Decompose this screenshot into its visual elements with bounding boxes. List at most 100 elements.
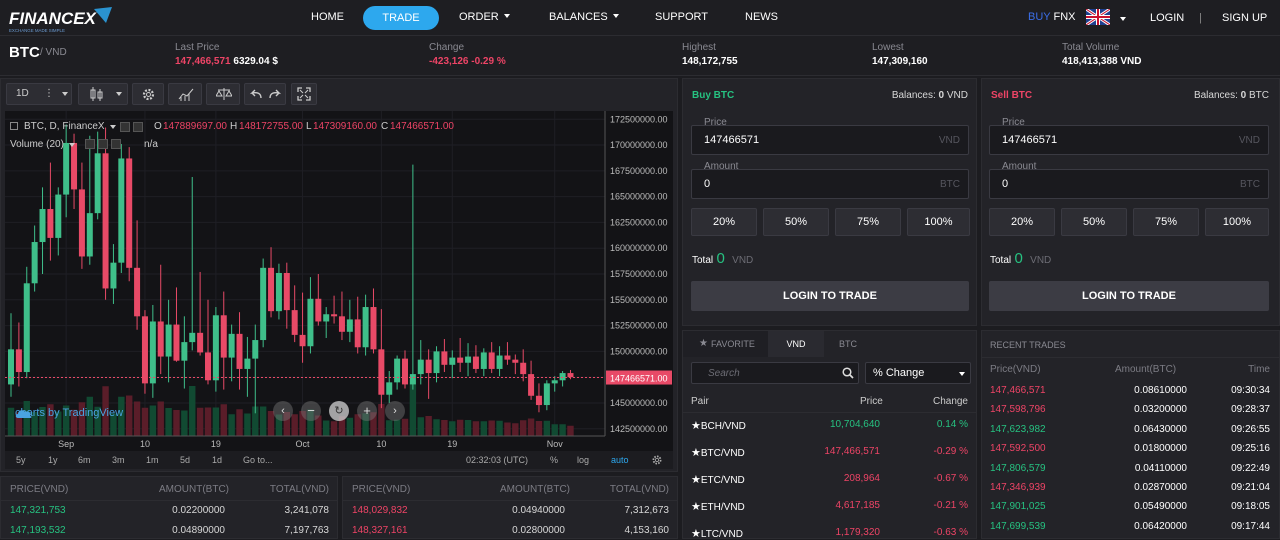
candle[interactable] — [63, 124, 70, 218]
tf-5d[interactable]: 5d — [180, 455, 190, 465]
candle[interactable] — [244, 336, 251, 397]
nav-buy-fnx[interactable]: BUY FNX — [1028, 11, 1075, 23]
favorite-star-icon[interactable]: ★ — [691, 528, 701, 540]
nav-order[interactable]: ORDER — [459, 11, 510, 23]
sell-login-button[interactable]: LOGIN TO TRADE — [989, 281, 1269, 311]
pair-row[interactable]: ★BTC/VND — [691, 446, 745, 459]
buy-pct-100-button[interactable]: 100% — [907, 208, 970, 236]
collapse-legend-icon[interactable] — [10, 122, 18, 130]
candle[interactable] — [354, 296, 361, 354]
zoom-out-icon[interactable]: − — [301, 401, 321, 421]
candle[interactable] — [504, 342, 511, 365]
candle[interactable] — [189, 177, 196, 351]
candle[interactable] — [520, 349, 527, 382]
candle[interactable] — [402, 350, 408, 389]
candle[interactable] — [496, 346, 503, 377]
reset-chart-icon[interactable]: ↻ — [329, 401, 349, 421]
nav-support[interactable]: SUPPORT — [655, 11, 708, 23]
candle[interactable] — [378, 309, 385, 409]
buy-pct-75-button[interactable]: 75% — [835, 208, 901, 236]
buy-login-button[interactable]: LOGIN TO TRADE — [691, 281, 969, 311]
undo-icon[interactable] — [249, 87, 263, 101]
favorite-star-icon[interactable]: ★ — [691, 501, 701, 513]
language-chevron-down-icon[interactable] — [1120, 17, 1126, 21]
pair-row[interactable]: ★ETC/VND — [691, 473, 745, 486]
candle[interactable] — [55, 187, 62, 256]
candle[interactable] — [197, 271, 204, 356]
candle[interactable] — [559, 371, 566, 387]
candle[interactable] — [512, 354, 519, 375]
candle[interactable] — [551, 376, 558, 392]
candle[interactable] — [141, 310, 148, 394]
favorite-star-icon[interactable]: ★ — [691, 474, 701, 486]
chart-type-selector[interactable] — [78, 83, 128, 105]
candle[interactable] — [457, 337, 464, 373]
chart-settings-gear-icon[interactable] — [651, 454, 663, 466]
candlestick-chart[interactable]: 172500000.00 170000000.00 167500000.00 1650… — [5, 111, 673, 451]
pair-row[interactable]: ★BCH/VND — [691, 419, 746, 432]
legend-close-icon[interactable] — [133, 122, 143, 132]
candle[interactable] — [386, 371, 393, 403]
sell-pct-50-button[interactable]: 50% — [1061, 208, 1127, 236]
legend-symbol[interactable]: BTC, D, FinanceX — [24, 121, 105, 132]
candle[interactable] — [472, 345, 479, 374]
nav-login[interactable]: LOGIN — [1150, 12, 1184, 24]
candle[interactable] — [260, 258, 267, 348]
candle[interactable] — [268, 247, 275, 318]
candle[interactable] — [425, 349, 432, 399]
candle[interactable] — [528, 360, 535, 400]
candle[interactable] — [149, 304, 156, 398]
candle[interactable] — [315, 274, 322, 326]
scroll-left-icon[interactable]: ‹ — [273, 401, 293, 421]
auto-scale-toggle[interactable]: auto — [611, 455, 629, 465]
candle[interactable] — [275, 263, 282, 320]
sell-pct-100-button[interactable]: 100% — [1205, 208, 1269, 236]
legend-settings-icon[interactable] — [120, 122, 130, 132]
candle[interactable] — [465, 343, 472, 377]
volume-settings-icon[interactable] — [85, 139, 95, 149]
tf-1m[interactable]: 1m — [146, 455, 159, 465]
candle[interactable] — [110, 244, 117, 304]
favorite-star-icon[interactable]: ★ — [691, 447, 701, 459]
tradingview-brand[interactable]: charts by TradingView — [15, 407, 123, 419]
interval-selector[interactable]: 1D ⋮ — [6, 83, 72, 105]
candle[interactable] — [86, 135, 93, 265]
tf-5y[interactable]: 5y — [16, 455, 26, 465]
compare-button[interactable] — [206, 83, 240, 105]
candle[interactable] — [283, 262, 290, 329]
candle[interactable] — [441, 339, 448, 373]
candle[interactable] — [173, 287, 180, 362]
tf-6m[interactable]: 6m — [78, 455, 91, 465]
financex-logo[interactable]: FINANCEX EXCHANGE MADE SIMPLE — [8, 5, 118, 35]
candle[interactable] — [102, 127, 109, 300]
sell-pct-20-button[interactable]: 20% — [989, 208, 1055, 236]
candle[interactable] — [252, 324, 259, 414]
candle[interactable] — [47, 162, 54, 261]
sell-price-field[interactable]: Price 147466571 VND — [989, 117, 1269, 155]
candle[interactable] — [362, 294, 369, 356]
ob-sell-price[interactable]: 148,029,832 — [352, 505, 408, 516]
indicators-button[interactable] — [168, 83, 202, 105]
candle[interactable] — [205, 299, 211, 385]
volume-legend-label[interactable]: Volume (20) — [10, 139, 64, 150]
nav-trade[interactable]: TRADE — [363, 6, 439, 30]
candle[interactable] — [394, 355, 401, 390]
pair-row[interactable]: ★LTC/VND — [691, 527, 743, 540]
search-icon[interactable] — [842, 367, 854, 379]
candle[interactable] — [307, 277, 314, 354]
candle[interactable] — [338, 291, 345, 341]
goto-date[interactable]: Go to... — [243, 455, 273, 465]
volume-hide-icon[interactable] — [98, 139, 108, 149]
tab-btc[interactable]: BTC — [824, 331, 872, 357]
candle[interactable] — [323, 307, 330, 338]
volume-close-icon[interactable] — [111, 139, 121, 149]
candle[interactable] — [346, 299, 353, 343]
nav-signup[interactable]: SIGN UP — [1222, 12, 1267, 24]
nav-balances[interactable]: BALANCES — [549, 11, 619, 23]
candle[interactable] — [165, 299, 172, 383]
settings-button[interactable] — [132, 83, 164, 105]
log-scale-toggle[interactable]: log — [577, 455, 589, 465]
candle[interactable] — [543, 380, 550, 411]
pair-row[interactable]: ★ETH/VND — [691, 500, 745, 513]
candle[interactable] — [488, 342, 495, 374]
